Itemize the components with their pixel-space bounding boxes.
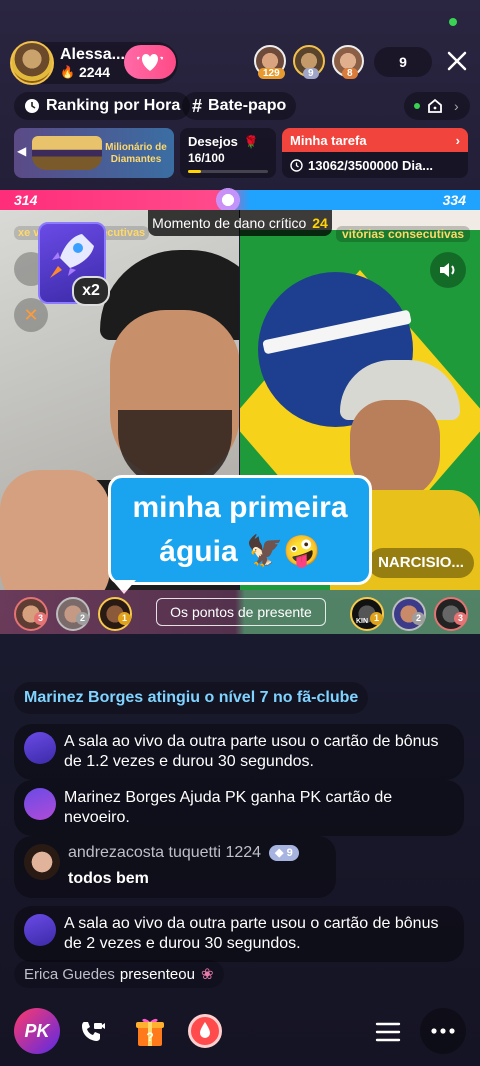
supporter-rank: 2 xyxy=(412,612,425,625)
wishes-label: Desejos xyxy=(188,134,238,149)
video-call-icon[interactable] xyxy=(76,1016,108,1048)
rocket-card-icon xyxy=(24,914,56,946)
gift-verb: presenteou xyxy=(119,965,195,983)
chat-label: Bate-papo xyxy=(208,97,287,114)
wishes-progress-bar xyxy=(188,170,201,173)
caption-line1: minha primeira xyxy=(132,491,348,524)
multiplier-label: x2 xyxy=(72,276,110,306)
gift-sender[interactable]: Erica Guedes xyxy=(24,966,115,983)
heart-wings-icon xyxy=(136,54,164,71)
rocket-card-icon xyxy=(24,732,56,764)
user-level-badge: ◆ 9 xyxy=(269,845,299,861)
viewer-badge: 8 xyxy=(342,68,358,79)
fan-club-notice-text: Marinez Borges atingiu o nível 7 no fã-c… xyxy=(24,689,359,706)
chevron-left-icon: ◀ xyxy=(17,144,27,158)
supporter-tag: KIN xyxy=(356,618,369,625)
fog-card-icon xyxy=(24,788,56,820)
left-score: 314 xyxy=(14,192,38,208)
host-avatar[interactable] xyxy=(10,41,54,85)
critical-timer: 24 xyxy=(312,215,328,231)
pk-label: PK xyxy=(24,1021,50,1041)
chevron-right-icon: › xyxy=(455,132,460,148)
ranking-label: Ranking por Hora xyxy=(46,97,181,114)
promo-line2: Diamantes xyxy=(110,154,162,165)
gift-box-icon[interactable]: ? xyxy=(134,1014,166,1048)
critical-damage-banner: Momento de dano crítico 24 xyxy=(148,210,332,236)
right-score: 334 xyxy=(442,192,466,208)
top-viewer-2[interactable]: 9 xyxy=(293,45,325,79)
host-likes: 2244 xyxy=(78,64,111,80)
pk-score-bar: 314 334 xyxy=(0,186,480,214)
pk-button[interactable]: PK xyxy=(14,1008,60,1054)
chevron-right-icon: › xyxy=(454,98,459,114)
menu-icon[interactable] xyxy=(374,1018,402,1046)
host-name: Alessa... xyxy=(60,46,125,63)
rocket-multiplier-card[interactable]: x2 xyxy=(38,222,110,306)
promo-line1: Milionário de xyxy=(105,142,167,153)
top-viewer-1[interactable]: 129 xyxy=(254,45,286,79)
supporter-rank: 2 xyxy=(76,612,89,625)
chat-message-text: A sala ao vivo da outra parte usou o car… xyxy=(64,733,439,770)
right-host-name[interactable]: NARCISIO... xyxy=(368,548,474,578)
chat-message-text: Marinez Borges Ajuda PK ganha PK cartão … xyxy=(64,789,393,826)
caption-line2: águia 🦅🤪 xyxy=(159,535,321,568)
speaker-icon[interactable] xyxy=(430,252,466,288)
gift-icon: ❀ xyxy=(200,966,214,983)
chat-room-button[interactable]: # Bate-papo xyxy=(182,92,297,120)
right-streak-label: vitórias consecutivas xyxy=(336,226,471,242)
my-task-panel[interactable]: Minha tarefa › 13062/3500000 Dia... xyxy=(282,128,468,178)
chat-message[interactable]: Marinez Borges Ajuda PK ganha PK cartão … xyxy=(14,780,464,836)
promo-banner[interactable]: ◀ Milionário de Diamantes xyxy=(14,128,174,178)
svg-text:?: ? xyxy=(146,1030,153,1044)
gift-notice: Erica Guedes presenteou ❀ xyxy=(14,960,224,988)
task-label: Minha tarefa xyxy=(290,132,367,148)
ship-image xyxy=(32,136,102,170)
fire-drop-icon[interactable] xyxy=(188,1014,222,1048)
supporter-rank: 3 xyxy=(34,612,47,625)
critical-label: Momento de dano crítico xyxy=(152,215,307,231)
home-icon xyxy=(428,98,442,113)
hashtag-icon: # xyxy=(192,95,203,116)
online-dot xyxy=(414,103,420,109)
flame-icon: 🔥 xyxy=(60,65,75,79)
viewer-count[interactable]: 9 xyxy=(374,47,432,77)
clock-icon xyxy=(25,99,39,113)
supporter-rank: 1 xyxy=(370,612,383,625)
chat-message[interactable]: A sala ao vivo da outra parte usou o car… xyxy=(14,724,464,780)
close-icon[interactable] xyxy=(444,48,470,74)
top-viewer-3[interactable]: 8 xyxy=(332,45,364,79)
hourly-ranking-button[interactable]: Ranking por Hora xyxy=(14,92,191,120)
status-dot xyxy=(449,18,457,26)
task-progress: 13062/3500000 Dia... xyxy=(308,157,434,173)
user-avatar[interactable] xyxy=(24,844,60,880)
gift-points-button[interactable]: Os pontos de presente xyxy=(156,598,326,626)
rose-icon: 🌹 xyxy=(243,134,259,149)
viewer-badge: 9 xyxy=(303,68,319,79)
caption-bubble: minha primeira águia 🦅🤪 xyxy=(108,475,372,585)
supporter-rank: 3 xyxy=(454,612,467,625)
more-options-icon[interactable] xyxy=(420,1008,466,1054)
supporter-rank: 1 xyxy=(118,612,131,625)
chat-message-text: A sala ao vivo da outra parte usou o car… xyxy=(64,915,439,952)
chat-user-text: todos bem xyxy=(68,870,149,887)
wishes-panel[interactable]: Desejos 🌹 16/100 xyxy=(180,128,276,178)
follow-heart-button[interactable] xyxy=(124,45,176,79)
chat-username[interactable]: andrezacosta tuquetti 1224 xyxy=(68,844,261,862)
user-level: 9 xyxy=(286,847,293,859)
user-chat-message[interactable]: andrezacosta tuquetti 1224 ◆ 9 todos bem xyxy=(14,836,336,898)
fan-club-notice: Marinez Borges atingiu o nível 7 no fã-c… xyxy=(14,682,369,714)
clock-icon xyxy=(290,158,303,172)
viewer-badge: 129 xyxy=(258,68,285,79)
level-icon: ◆ xyxy=(275,847,284,859)
wishes-progress: 16/100 xyxy=(188,151,225,165)
chat-message[interactable]: A sala ao vivo da outra parte usou o car… xyxy=(14,906,464,962)
home-shortcut[interactable]: › xyxy=(404,92,470,120)
